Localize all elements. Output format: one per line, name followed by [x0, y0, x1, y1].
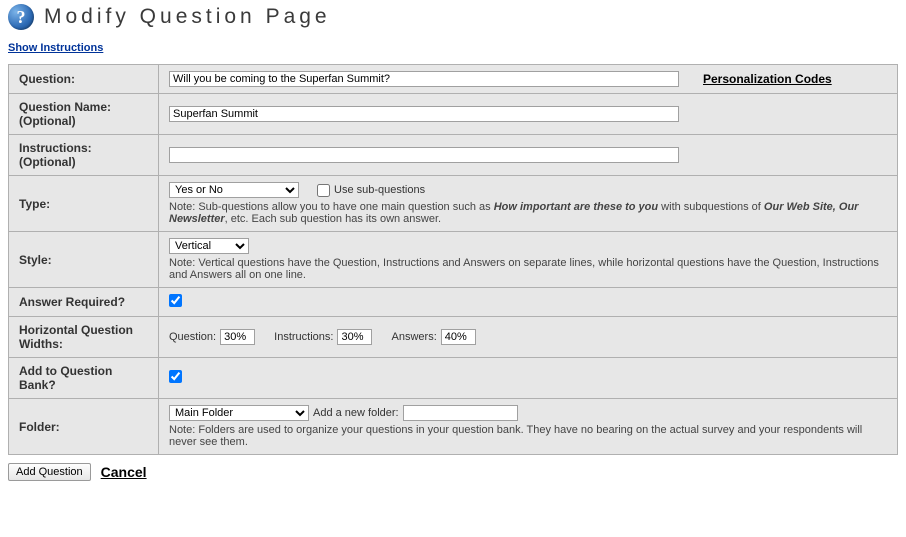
hw-question-label: Question: [169, 331, 216, 343]
label-type: Type: [9, 176, 159, 232]
question-name-input[interactable] [169, 106, 679, 122]
label-instructions: Instructions: (Optional) [9, 135, 159, 176]
row-type: Type: Yes or No Use sub-questions Note: … [9, 176, 898, 232]
add-question-button[interactable]: Add Question [8, 463, 91, 481]
hw-instructions-input[interactable] [337, 329, 372, 345]
folder-note: Note: Folders are used to organize your … [169, 424, 887, 448]
use-sub-questions-checkbox[interactable] [317, 184, 330, 197]
row-style: Style: Vertical Note: Vertical questions… [9, 232, 898, 288]
show-instructions-link[interactable]: Show Instructions [8, 42, 103, 54]
row-folder: Folder: Main Folder Add a new folder: No… [9, 399, 898, 455]
actions-row: Add Question Cancel [8, 463, 898, 481]
hw-instructions-label: Instructions: [274, 331, 333, 343]
form-table: Question: Personalization Codes Question… [8, 64, 898, 455]
add-new-folder-label: Add a new folder: [313, 407, 399, 419]
page-header: ? Modify Question Page [0, 0, 906, 34]
add-to-bank-checkbox[interactable] [169, 370, 182, 383]
answer-required-checkbox[interactable] [169, 294, 182, 307]
hw-answers-label: Answers: [392, 331, 437, 343]
row-add-to-bank: Add to Question Bank? [9, 358, 898, 399]
add-new-folder-input[interactable] [403, 405, 518, 421]
cancel-link[interactable]: Cancel [101, 464, 147, 480]
use-sub-questions-label: Use sub-questions [334, 184, 425, 196]
question-input[interactable] [169, 71, 679, 87]
personalization-codes-link[interactable]: Personalization Codes [703, 72, 832, 86]
row-question: Question: Personalization Codes [9, 65, 898, 94]
row-instructions: Instructions: (Optional) [9, 135, 898, 176]
row-answer-required: Answer Required? [9, 288, 898, 317]
type-note: Note: Sub-questions allow you to have on… [169, 201, 887, 225]
help-icon[interactable]: ? [8, 4, 34, 30]
hw-answers-input[interactable] [441, 329, 476, 345]
instructions-input[interactable] [169, 147, 679, 163]
label-folder: Folder: [9, 399, 159, 455]
label-horizontal-widths: Horizontal Question Widths: [9, 317, 159, 358]
row-question-name: Question Name: (Optional) [9, 94, 898, 135]
label-question-name: Question Name: (Optional) [9, 94, 159, 135]
page-title: Modify Question Page [44, 5, 331, 29]
label-add-to-bank: Add to Question Bank? [9, 358, 159, 399]
label-question: Question: [9, 65, 159, 94]
hw-question-input[interactable] [220, 329, 255, 345]
folder-select[interactable]: Main Folder [169, 405, 309, 421]
row-horizontal-widths: Horizontal Question Widths: Question: In… [9, 317, 898, 358]
type-select[interactable]: Yes or No [169, 182, 299, 198]
label-answer-required: Answer Required? [9, 288, 159, 317]
style-note: Note: Vertical questions have the Questi… [169, 257, 887, 281]
label-style: Style: [9, 232, 159, 288]
style-select[interactable]: Vertical [169, 238, 249, 254]
